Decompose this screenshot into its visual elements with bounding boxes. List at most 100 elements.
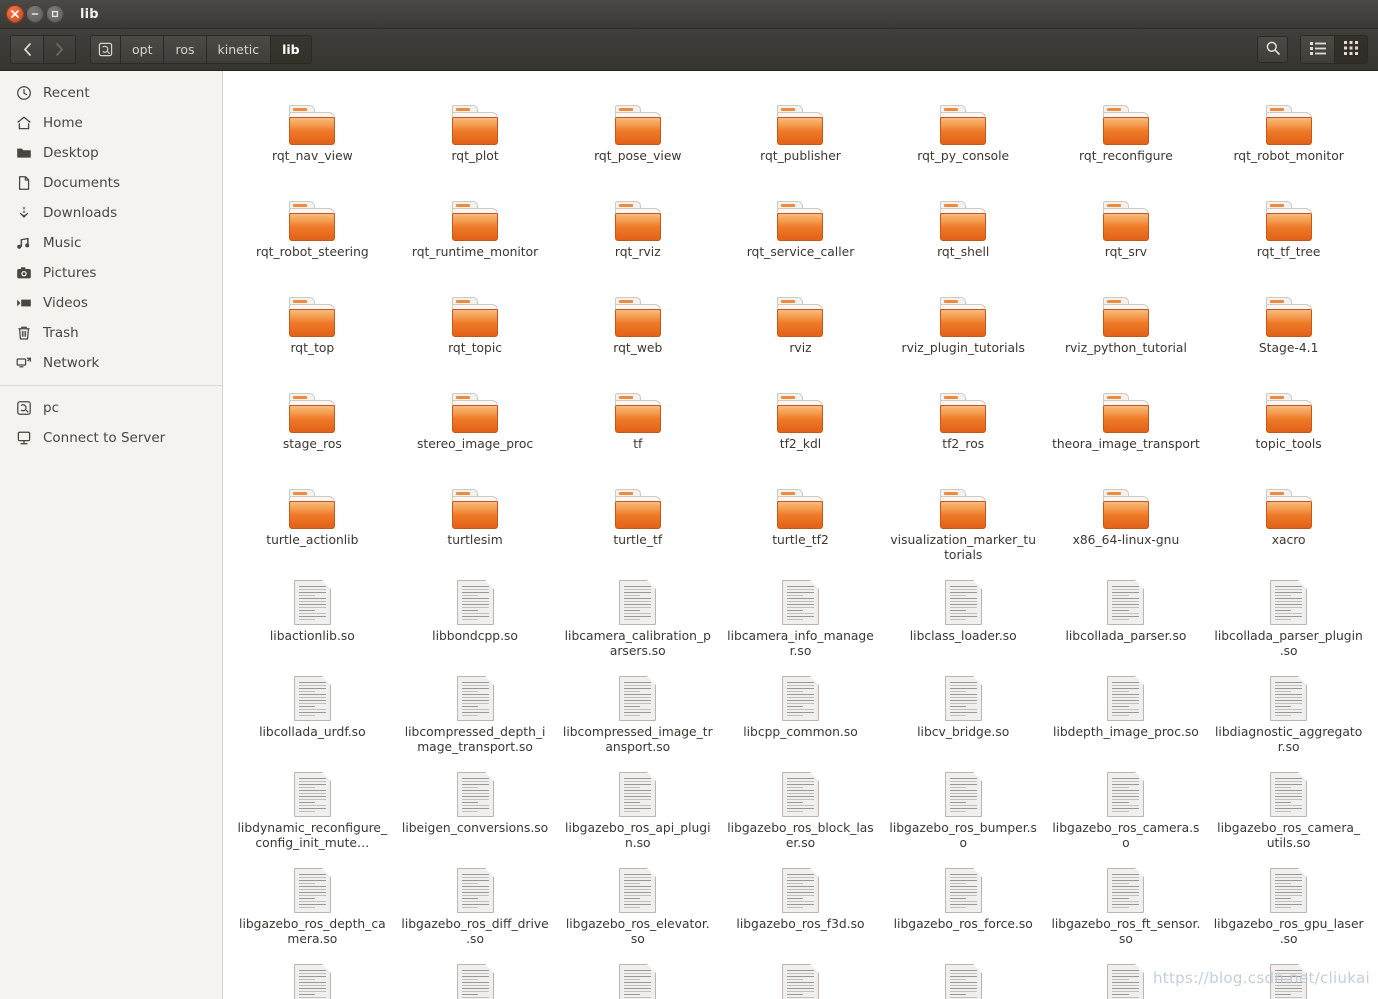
folder-item[interactable]: Stage-4.1 xyxy=(1207,281,1370,377)
file-item[interactable]: libgazebo_ros_elevator.so xyxy=(556,857,719,953)
folder-item[interactable]: rqt_robot_steering xyxy=(231,185,394,281)
list-view-button[interactable] xyxy=(1301,36,1334,63)
grid-view-button[interactable] xyxy=(1334,36,1367,63)
file-grid-area[interactable]: rqt_graphrqt_guirqt_image_viewrqt_launch… xyxy=(223,71,1378,999)
file-item[interactable] xyxy=(394,953,557,999)
file-item[interactable]: libgazebo_ros_camera_utils.so xyxy=(1207,761,1370,857)
file-item[interactable]: libgazebo_ros_diff_drive.so xyxy=(394,857,557,953)
folder-item[interactable]: turtlesim xyxy=(394,473,557,569)
folder-item[interactable]: rqt_runtime_monitor xyxy=(394,185,557,281)
folder-item[interactable]: xacro xyxy=(1207,473,1370,569)
file-item[interactable]: libcollada_urdf.so xyxy=(231,665,394,761)
file-item[interactable]: libclass_loader.so xyxy=(882,569,1045,665)
close-button[interactable] xyxy=(6,5,24,23)
back-button[interactable] xyxy=(11,36,43,63)
breadcrumb-device-icon[interactable] xyxy=(91,36,120,63)
file-item[interactable]: libeigen_conversions.so xyxy=(394,761,557,857)
folder-item[interactable]: rviz xyxy=(719,281,882,377)
file-item[interactable]: libdynamic_reconfigure_config_init_mute… xyxy=(231,761,394,857)
file-item[interactable]: libcompressed_depth_image_transport.so xyxy=(394,665,557,761)
file-item[interactable]: libcamera_info_manager.so xyxy=(719,569,882,665)
file-item[interactable]: libgazebo_ros_ft_sensor.so xyxy=(1045,857,1208,953)
file-item[interactable]: libcompressed_image_transport.so xyxy=(556,665,719,761)
sidebar-item-pictures[interactable]: Pictures xyxy=(0,258,222,288)
folder-item[interactable]: theora_image_transport xyxy=(1045,377,1208,473)
file-item[interactable]: libgazebo_ros_force.so xyxy=(882,857,1045,953)
file-item[interactable]: libcollada_parser.so xyxy=(1045,569,1208,665)
folder-item[interactable]: rqt_top xyxy=(231,281,394,377)
maximize-button[interactable] xyxy=(46,5,64,23)
folder-item[interactable]: rqt_moveit xyxy=(1045,71,1208,89)
folder-item[interactable]: rqt_logger_level xyxy=(882,71,1045,89)
file-item[interactable] xyxy=(1045,953,1208,999)
sidebar-item-music[interactable]: Music xyxy=(0,228,222,258)
folder-item[interactable]: stage_ros xyxy=(231,377,394,473)
file-item[interactable]: libactionlib.so xyxy=(231,569,394,665)
folder-item[interactable]: rqt_topic xyxy=(394,281,557,377)
folder-item[interactable]: stereo_image_proc xyxy=(394,377,557,473)
file-item[interactable]: libgazebo_ros_bumper.so xyxy=(882,761,1045,857)
folder-item[interactable]: turtle_actionlib xyxy=(231,473,394,569)
folder-item[interactable]: x86_64-linux-gnu xyxy=(1045,473,1208,569)
folder-item[interactable]: rqt_robot_monitor xyxy=(1207,89,1370,185)
file-item[interactable] xyxy=(1207,953,1370,999)
folder-item[interactable]: topic_tools xyxy=(1207,377,1370,473)
sidebar-item-connect-to-server[interactable]: Connect to Server xyxy=(0,423,222,453)
sidebar-item-videos[interactable]: Videos xyxy=(0,288,222,318)
folder-item[interactable]: rviz_plugin_tutorials xyxy=(882,281,1045,377)
breadcrumb-item-ros[interactable]: ros xyxy=(163,36,206,63)
file-item[interactable]: libcollada_parser_plugin.so xyxy=(1207,569,1370,665)
file-item[interactable] xyxy=(231,953,394,999)
folder-item[interactable]: rqt_tf_tree xyxy=(1207,185,1370,281)
file-item[interactable] xyxy=(719,953,882,999)
file-item[interactable]: libcamera_calibration_parsers.so xyxy=(556,569,719,665)
search-button[interactable] xyxy=(1257,36,1288,63)
minimize-button[interactable] xyxy=(26,5,44,23)
folder-item[interactable]: tf xyxy=(556,377,719,473)
file-item[interactable] xyxy=(556,953,719,999)
file-item[interactable]: libgazebo_ros_gpu_laser.so xyxy=(1207,857,1370,953)
folder-item[interactable]: rqt_publisher xyxy=(719,89,882,185)
folder-item[interactable]: rqt_plot xyxy=(394,89,557,185)
file-item[interactable]: libgazebo_ros_depth_camera.so xyxy=(231,857,394,953)
folder-item[interactable]: rqt_srv xyxy=(1045,185,1208,281)
file-item[interactable] xyxy=(882,953,1045,999)
file-item[interactable]: libgazebo_ros_camera.so xyxy=(1045,761,1208,857)
file-item[interactable]: libdepth_image_proc.so xyxy=(1045,665,1208,761)
folder-item[interactable]: rqt_launch xyxy=(719,71,882,89)
folder-item[interactable]: turtle_tf xyxy=(556,473,719,569)
breadcrumb-item-opt[interactable]: opt xyxy=(120,36,164,63)
file-item[interactable]: libcv_bridge.so xyxy=(882,665,1045,761)
folder-item[interactable]: turtle_tf2 xyxy=(719,473,882,569)
folder-item[interactable]: rqt_pose_view xyxy=(556,89,719,185)
folder-item[interactable]: rviz_python_tutorial xyxy=(1045,281,1208,377)
sidebar-item-home[interactable]: Home xyxy=(0,108,222,138)
file-item[interactable]: libgazebo_ros_f3d.so xyxy=(719,857,882,953)
sidebar-item-trash[interactable]: Trash xyxy=(0,318,222,348)
folder-item[interactable]: tf2_kdl xyxy=(719,377,882,473)
folder-item[interactable]: rqt_gui xyxy=(394,71,557,89)
folder-item[interactable]: rqt_py_console xyxy=(882,89,1045,185)
file-item[interactable]: libdiagnostic_aggregator.so xyxy=(1207,665,1370,761)
folder-item[interactable]: rqt_reconfigure xyxy=(1045,89,1208,185)
folder-item[interactable]: rqt_web xyxy=(556,281,719,377)
file-item[interactable]: libbondcpp.so xyxy=(394,569,557,665)
sidebar-item-network[interactable]: Network xyxy=(0,348,222,378)
breadcrumb-item-kinetic[interactable]: kinetic xyxy=(205,36,271,63)
sidebar-item-downloads[interactable]: Downloads xyxy=(0,198,222,228)
folder-item[interactable]: rqt_image_view xyxy=(556,71,719,89)
sidebar-item-documents[interactable]: Documents xyxy=(0,168,222,198)
folder-item[interactable]: rqt_msg xyxy=(1207,71,1370,89)
sidebar-item-desktop[interactable]: Desktop xyxy=(0,138,222,168)
folder-item[interactable]: tf2_ros xyxy=(882,377,1045,473)
file-item[interactable]: libgazebo_ros_api_plugin.so xyxy=(556,761,719,857)
folder-item[interactable]: rqt_rviz xyxy=(556,185,719,281)
folder-item[interactable]: visualization_marker_tutorials xyxy=(882,473,1045,569)
file-item[interactable]: libgazebo_ros_block_laser.so xyxy=(719,761,882,857)
folder-item[interactable]: rqt_shell xyxy=(882,185,1045,281)
folder-item[interactable]: rqt_service_caller xyxy=(719,185,882,281)
sidebar-item-pc[interactable]: pc xyxy=(0,393,222,423)
breadcrumb-item-lib[interactable]: lib xyxy=(270,36,311,63)
folder-item[interactable]: rqt_nav_view xyxy=(231,89,394,185)
file-item[interactable]: libcpp_common.so xyxy=(719,665,882,761)
